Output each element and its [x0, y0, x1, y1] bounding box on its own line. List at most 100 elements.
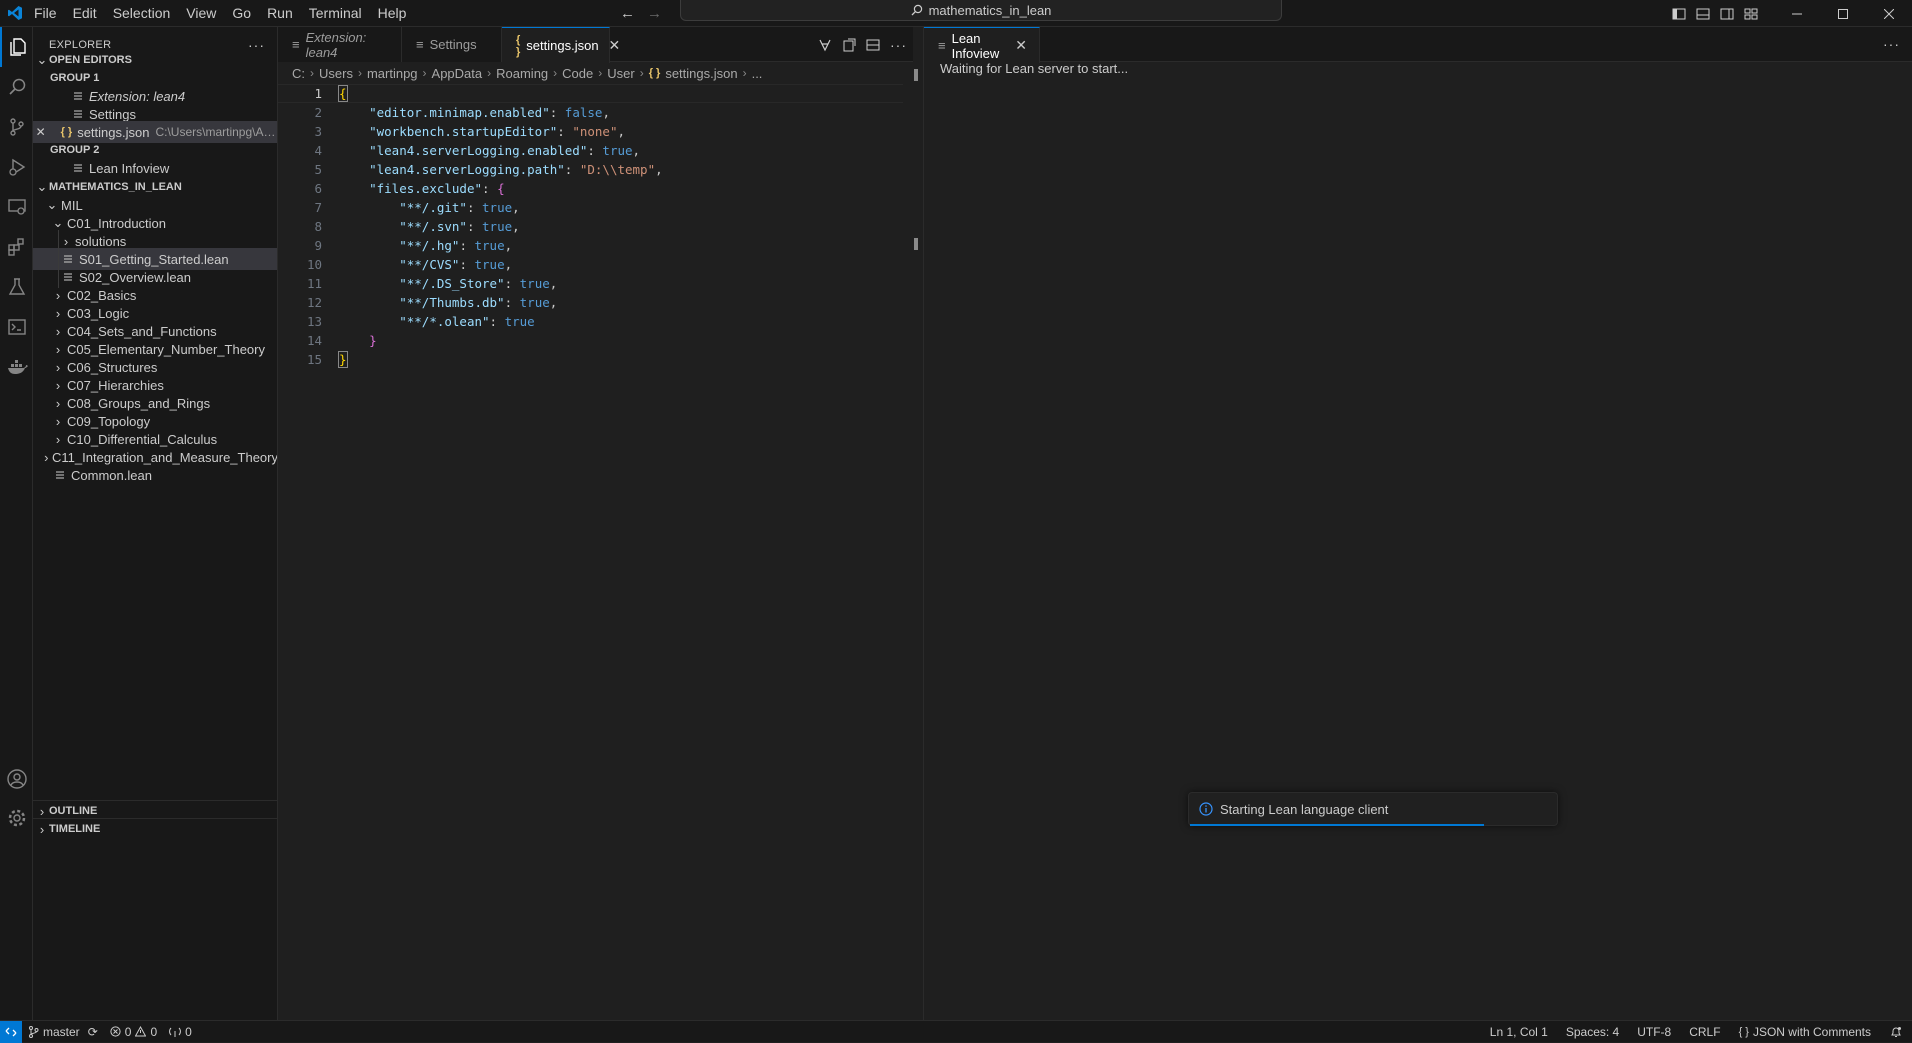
ports-antenna-icon	[169, 1027, 181, 1037]
split-editor-icon[interactable]	[866, 38, 880, 52]
editor-tabs: ≡ Lean Infoview ✕ ···	[924, 27, 1912, 63]
navigation-arrows: ← →	[620, 0, 662, 27]
minimize-icon[interactable]	[1774, 0, 1820, 27]
maximize-icon[interactable]	[1820, 0, 1866, 27]
tab-settings[interactable]: ≡ Settings	[402, 27, 502, 62]
indentation[interactable]: Spaces: 4	[1557, 1025, 1628, 1039]
breadcrumb-item[interactable]: Users	[319, 66, 353, 81]
accounts-icon[interactable]	[0, 759, 33, 799]
toggle-primary-sidebar-icon[interactable]	[1672, 7, 1686, 21]
more-actions-icon[interactable]: ···	[890, 37, 907, 53]
menu-view[interactable]: View	[178, 0, 224, 27]
remote-indicator-icon[interactable]	[0, 1020, 22, 1043]
language-mode[interactable]: { } JSON with Comments	[1730, 1025, 1880, 1039]
search-activity-icon[interactable]	[0, 67, 33, 107]
command-center[interactable]: mathematics_in_lean	[680, 0, 1282, 21]
menu-run[interactable]: Run	[259, 0, 301, 27]
toggle-secondary-sidebar-icon[interactable]	[1720, 7, 1734, 21]
tab-settings-json[interactable]: { } settings.json ✕	[502, 27, 620, 63]
code-token: true	[474, 238, 505, 253]
more-actions-icon[interactable]: ···	[1883, 36, 1900, 52]
tree-label: C07_Hierarchies	[67, 377, 164, 393]
cursor-position[interactable]: Ln 1, Col 1	[1481, 1025, 1557, 1039]
extensions-icon[interactable]	[0, 227, 33, 267]
code-line: 9 "**/.hg": true,	[278, 236, 913, 255]
customize-layout-icon[interactable]	[1744, 7, 1758, 21]
tree-label: S01_Getting_Started.lean	[79, 251, 229, 267]
breadcrumb-item[interactable]: Code	[562, 66, 593, 81]
chevron-right-icon: ›	[44, 449, 49, 465]
menu-file[interactable]: File	[30, 0, 65, 27]
code-line: 11 "**/.DS_Store": true,	[278, 274, 913, 293]
branch-status[interactable]: master ⟳	[22, 1025, 104, 1039]
source-control-icon[interactable]	[0, 107, 33, 147]
menu-edit[interactable]: Edit	[65, 0, 105, 27]
code-editor[interactable]: 1{ 2 "editor.minimap.enabled": false, 3 …	[278, 84, 913, 369]
chevron-right-icon: ›	[55, 341, 61, 357]
line-number: 2	[314, 105, 322, 120]
breadcrumb-item[interactable]: User	[607, 66, 634, 81]
code-line: 2 "editor.minimap.enabled": false,	[278, 103, 913, 122]
open-editors-title: OPEN EDITORS	[49, 54, 132, 66]
chevron-right-icon: ›	[55, 359, 61, 375]
scrollbar-marker[interactable]	[914, 69, 918, 81]
notification-toast[interactable]: Starting Lean language client	[1188, 792, 1558, 826]
tree-file-common[interactable]: Common.lean	[33, 464, 277, 486]
breadcrumb-item[interactable]: ...	[752, 66, 763, 81]
breadcrumb-item[interactable]: AppData	[432, 66, 483, 81]
testing-flask-icon[interactable]	[0, 267, 33, 307]
end-of-line[interactable]: CRLF	[1680, 1025, 1729, 1039]
close-window-icon[interactable]	[1866, 0, 1912, 27]
menu-selection[interactable]: Selection	[105, 0, 179, 27]
lean-forall-icon[interactable]	[818, 38, 832, 52]
menu-help[interactable]: Help	[370, 0, 415, 27]
breadcrumb-item[interactable]: martinpg	[367, 66, 418, 81]
close-icon[interactable]: ✕	[609, 37, 621, 54]
open-editor-label: settings.json	[77, 124, 150, 140]
back-arrow-icon[interactable]: ←	[620, 5, 635, 22]
close-icon[interactable]: ✕	[33, 125, 48, 139]
command-center-label: mathematics_in_lean	[928, 2, 1052, 18]
code-token: }	[369, 333, 377, 348]
docker-icon[interactable]	[0, 347, 33, 387]
chevron-right-icon: ›	[55, 305, 61, 321]
code-token: }	[338, 351, 348, 368]
close-icon[interactable]: ✕	[1015, 37, 1027, 54]
forward-arrow-icon[interactable]: →	[647, 5, 662, 22]
terminal-icon[interactable]	[0, 307, 33, 347]
breadcrumb-item[interactable]: Roaming	[496, 66, 548, 81]
activity-bar	[0, 27, 33, 1020]
line-number: 15	[306, 352, 322, 367]
breadcrumb-item[interactable]: C:	[292, 66, 305, 81]
editor-group-2: ≡ Lean Infoview ✕ ··· Waiting for Lean s…	[923, 27, 1912, 1020]
code-line: 8 "**/.svn": true,	[278, 217, 913, 236]
explorer-icon[interactable]	[0, 27, 33, 67]
json-braces-icon: { }	[60, 126, 73, 138]
scrollbar-marker[interactable]	[914, 238, 918, 250]
document-lines-icon: ≡	[938, 38, 946, 53]
line-number: 7	[314, 200, 322, 215]
manage-gear-icon[interactable]	[0, 798, 33, 838]
tab-label: Lean Infoview	[951, 30, 1000, 61]
remote-explorer-icon[interactable]	[0, 187, 33, 227]
breadcrumb-item[interactable]: settings.json	[665, 66, 737, 81]
tree-label: C09_Topology	[67, 413, 151, 429]
ports-status[interactable]: 0	[163, 1025, 198, 1039]
open-editor-label: Lean Infoview	[89, 160, 170, 176]
open-settings-ui-icon[interactable]	[842, 38, 856, 52]
toggle-panel-icon[interactable]	[1696, 7, 1710, 21]
encoding[interactable]: UTF-8	[1628, 1025, 1680, 1039]
menu-terminal[interactable]: Terminal	[301, 0, 370, 27]
code-token: true	[482, 219, 513, 234]
problems-status[interactable]: 0 0	[104, 1025, 163, 1039]
tab-extension-lean4[interactable]: ≡ Extension: lean4	[278, 27, 402, 62]
menu-go[interactable]: Go	[224, 0, 259, 27]
timeline-section[interactable]: › TIMELINE	[33, 818, 277, 840]
run-debug-icon[interactable]	[0, 147, 33, 187]
json-braces-icon: { }	[516, 33, 521, 58]
tree-label: C01_Introduction	[67, 215, 167, 231]
tab-lean-infoview[interactable]: ≡ Lean Infoview ✕	[924, 27, 1040, 63]
tree-label: C05_Elementary_Number_Theory	[67, 341, 265, 357]
notifications-bell-icon[interactable]	[1880, 1026, 1912, 1038]
document-lines-icon	[71, 109, 85, 119]
